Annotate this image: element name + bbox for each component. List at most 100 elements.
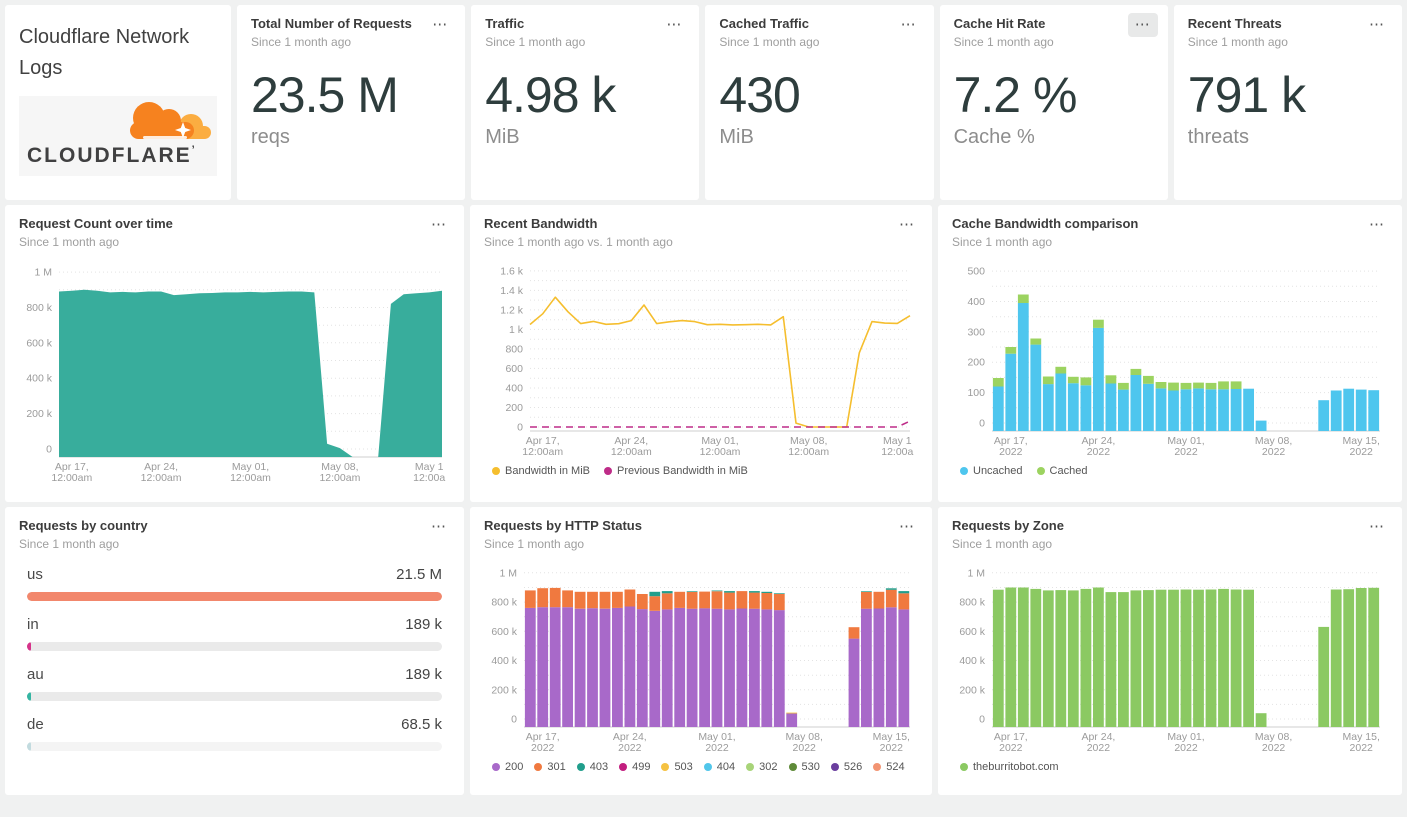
svg-text:2022: 2022 [618, 742, 642, 754]
svg-text:400: 400 [505, 383, 523, 395]
legend-dot [873, 763, 882, 772]
legend-label: Cached [1049, 465, 1088, 478]
dashboard-title: Cloudflare Network Logs [19, 26, 190, 79]
legend-label: 503 [674, 761, 693, 774]
svg-text:2022: 2022 [1174, 446, 1198, 458]
legend-label: 200 [505, 761, 524, 774]
svg-text:12:00am: 12:00am [230, 472, 271, 484]
panel-menu-button[interactable]: ⋯ [894, 13, 924, 37]
svg-text:12:00a: 12:00a [881, 446, 913, 458]
panel-menu-button[interactable]: ⋯ [1362, 213, 1392, 237]
panel-subtitle: Since 1 month ago [484, 537, 585, 552]
svg-text:2022: 2022 [793, 742, 817, 754]
legend-dot [960, 467, 968, 476]
country-code: de [27, 716, 44, 734]
svg-text:2022: 2022 [531, 742, 555, 754]
panel-requests-by-country: Requests by country Since 1 month ago ⋯ … [5, 507, 464, 795]
legend-dot [788, 763, 797, 772]
panel-menu-button[interactable]: ⋯ [1362, 515, 1392, 539]
legend-label: 302 [759, 761, 778, 774]
panel-menu-button[interactable]: ⋯ [892, 213, 922, 237]
svg-text:12:00am: 12:00am [700, 446, 741, 458]
legend-label: 301 [547, 761, 566, 774]
legend-item[interactable]: 404 [703, 761, 736, 774]
svg-text:1.4 k: 1.4 k [500, 285, 524, 297]
panel-subtitle: Since 1 month ago [251, 35, 352, 50]
legend-item[interactable]: Uncached [960, 465, 1023, 477]
legend-item[interactable]: theburritobot.com [960, 761, 1059, 773]
cache-bandwidth-chart[interactable]: 5004003002001000Apr 17,2022Apr 24,2022Ma… [952, 255, 1388, 461]
country-bar-fill[interactable] [27, 742, 31, 752]
country-code: au [27, 666, 44, 684]
svg-text:2022: 2022 [999, 742, 1023, 754]
svg-text:2022: 2022 [1087, 742, 1111, 754]
legend-dot [604, 467, 612, 476]
legend-item[interactable]: 524 [873, 761, 905, 773]
zone-chart[interactable]: 1 M800 k600 k400 k200 k0Apr 17,2022Apr 2… [952, 557, 1388, 757]
country-code: us [27, 566, 43, 584]
http-status-chart[interactable]: 1 M800 k600 k400 k200 k0Apr 17,2022Apr 2… [484, 557, 918, 757]
panel-recent-bandwidth: Recent Bandwidth Since 1 month ago vs. 1… [470, 205, 932, 502]
svg-text:800 k: 800 k [959, 597, 985, 609]
svg-text:800 k: 800 k [491, 597, 517, 609]
legend-item[interactable]: 301 [534, 761, 566, 774]
legend-item[interactable]: Bandwidth in MiB [492, 465, 590, 477]
panel-cache-hit-rate: Cache Hit Rate Since 1 month ago ⋯ 7.2 %… [939, 5, 1168, 200]
svg-text:300: 300 [967, 327, 985, 339]
country-row-header: au 189 k [27, 666, 442, 683]
legend-item[interactable]: 200 [492, 761, 523, 773]
panel-menu-button[interactable]: ⋯ [424, 515, 454, 539]
panel-menu-button[interactable]: ⋯ [659, 13, 689, 37]
panel-menu-button[interactable]: ⋯ [1362, 13, 1392, 37]
legend-item[interactable]: 302 [746, 761, 778, 774]
panel-recent-threats: Recent Threats Since 1 month ago ⋯ 791 k… [1173, 5, 1402, 200]
country-bar-fill[interactable] [27, 692, 31, 702]
country-bar-fill[interactable] [27, 642, 31, 652]
panel-menu-button[interactable]: ⋯ [892, 515, 922, 539]
panel-subtitle: Since 1 month ago [953, 35, 1054, 50]
legend-label: Bandwidth in MiB [505, 465, 590, 478]
panel-cached-traffic: Cached Traffic Since 1 month ago ⋯ 430 M… [705, 5, 934, 200]
legend-item[interactable]: 526 [830, 761, 863, 774]
svg-text:2022: 2022 [705, 742, 729, 754]
panel-total-requests: Total Number of Requests Since 1 month a… [237, 5, 466, 200]
svg-text:600: 600 [505, 363, 523, 375]
country-bar-fill[interactable] [27, 592, 442, 602]
svg-text:200 k: 200 k [959, 685, 985, 697]
chart-legend: Uncached Cached [952, 465, 1388, 477]
legend-item[interactable]: Cached [1036, 465, 1088, 478]
svg-text:2022: 2022 [1174, 742, 1198, 754]
country-value: 21.5 M [396, 566, 442, 584]
svg-text:2022: 2022 [1262, 742, 1286, 754]
recent-bandwidth-chart[interactable]: 1.6 k1.4 k1.2 k1 k8006004002000Apr 17,12… [484, 255, 918, 461]
legend-label: theburritobot.com [973, 761, 1059, 774]
svg-text:600 k: 600 k [26, 338, 52, 350]
legend-item[interactable]: 503 [661, 761, 693, 774]
stat-unit: MiB [719, 125, 754, 148]
legend-dot [576, 763, 585, 772]
panel-title: Cached Traffic [719, 16, 809, 31]
svg-text:0: 0 [979, 714, 985, 726]
legend-label: 404 [716, 761, 736, 774]
panel-traffic: Traffic Since 1 month ago ⋯ 4.98 k MiB [471, 5, 700, 200]
panel-title: Recent Threats [1187, 16, 1282, 31]
svg-text:500: 500 [967, 266, 985, 278]
panel-menu-button[interactable]: ⋯ [425, 13, 455, 37]
cloudflare-cloud-icon [130, 102, 211, 139]
legend-dot [1036, 467, 1045, 476]
legend-item[interactable]: 530 [788, 761, 820, 773]
stat-unit: Cache % [953, 125, 1035, 148]
country-row: de 68.5 k [19, 716, 450, 752]
panel-requests-by-http-status: Requests by HTTP Status Since 1 month ag… [470, 507, 932, 795]
legend-label: 526 [843, 761, 863, 774]
legend-item[interactable]: 499 [619, 761, 650, 773]
request-count-chart[interactable]: 1 M800 k600 k400 k200 k0Apr 17,12:00amAp… [19, 255, 450, 487]
legend-item[interactable]: 403 [576, 761, 608, 773]
country-row-header: de 68.5 k [27, 716, 442, 733]
panel-subtitle: Since 1 month ago vs. 1 month ago [484, 235, 673, 250]
panel-menu-button[interactable]: ⋯ [1127, 13, 1158, 37]
legend-item[interactable]: Previous Bandwidth in MiB [604, 465, 748, 477]
legend-label: Uncached [973, 465, 1023, 478]
panel-menu-button[interactable]: ⋯ [424, 213, 454, 237]
svg-text:400 k: 400 k [491, 655, 517, 667]
